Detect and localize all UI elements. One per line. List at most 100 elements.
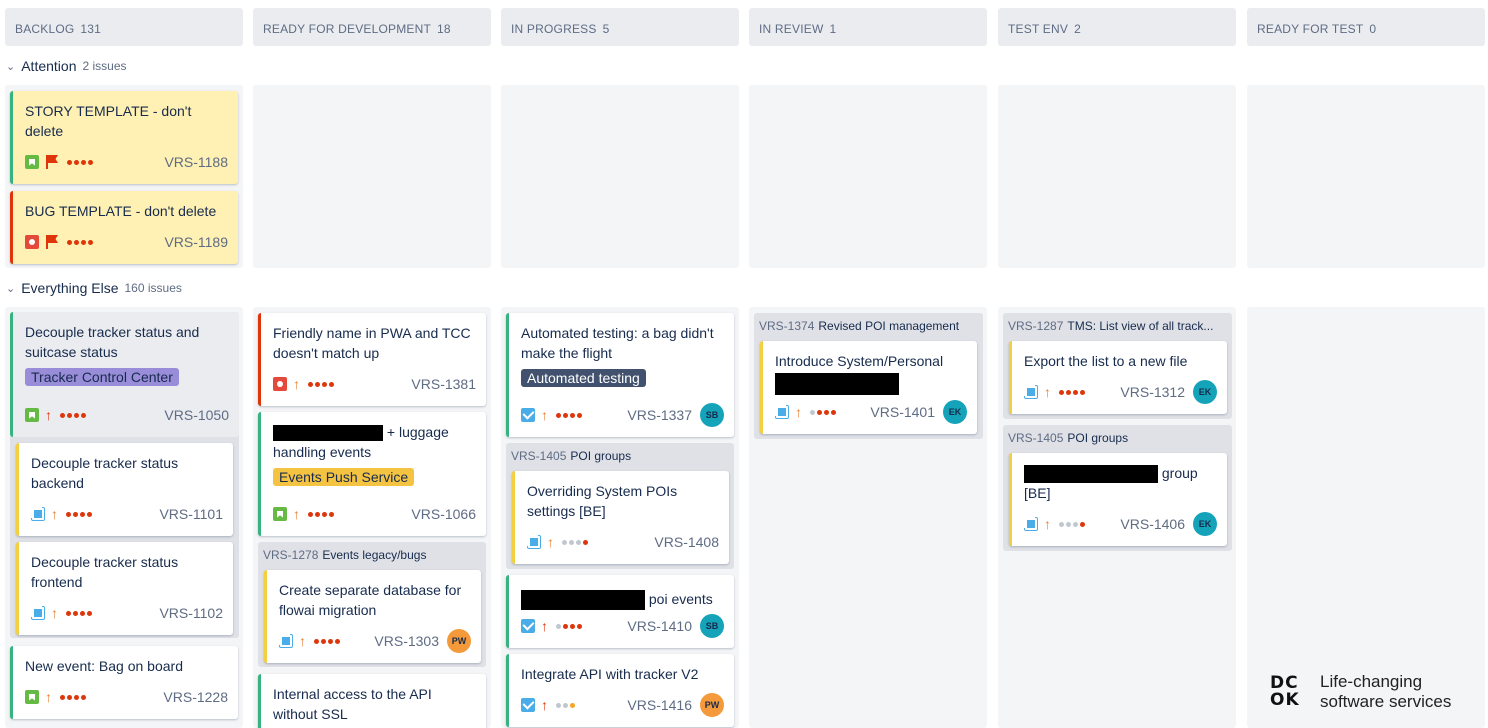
task-type-icon bbox=[521, 408, 535, 422]
redacted-text bbox=[775, 373, 899, 395]
epic-label[interactable]: Automated testing bbox=[521, 369, 646, 387]
parent-key[interactable]: VRS-1278 bbox=[263, 548, 318, 562]
issue-card[interactable]: BUG TEMPLATE - don't delete VRS-1189 bbox=[10, 191, 238, 264]
story-type-icon bbox=[25, 155, 39, 169]
column-header-in-progress[interactable]: IN PROGRESS 5 bbox=[501, 8, 739, 46]
parent-header[interactable]: VRS-1405 POI groups bbox=[1008, 431, 1226, 445]
estimate-dots-icon bbox=[1059, 521, 1085, 527]
avatar[interactable]: EK bbox=[1193, 380, 1217, 404]
issue-summary: Internal access to the API without SSL bbox=[273, 686, 432, 722]
estimate-dots-icon bbox=[60, 412, 86, 418]
issue-key[interactable]: VRS-1408 bbox=[654, 534, 719, 550]
parent-name: POI groups bbox=[1067, 431, 1129, 445]
parent-header[interactable]: VRS-1287 TMS: List view of all track... bbox=[1008, 319, 1226, 333]
issue-card[interactable]: Integrate API with tracker V2 ↑ VRS-1416… bbox=[506, 654, 734, 727]
issue-key[interactable]: VRS-1102 bbox=[159, 605, 223, 621]
issue-card[interactable]: Decouple tracker status backend ↑ VRS-11… bbox=[16, 443, 233, 536]
issue-card[interactable]: + luggage handling events Events Push Se… bbox=[258, 412, 486, 536]
chevron-down-icon[interactable]: ⌄ bbox=[6, 60, 15, 73]
task-type-icon bbox=[521, 698, 535, 712]
parent-key[interactable]: VRS-1287 bbox=[1008, 319, 1063, 333]
issue-summary: Decouple tracker status frontend bbox=[31, 554, 179, 590]
column-header-ready-for-test[interactable]: READY FOR TEST 0 bbox=[1247, 8, 1485, 46]
brand-tagline-line-2: software services bbox=[1320, 692, 1452, 711]
issue-summary: Introduce System/Personal bbox=[775, 353, 944, 369]
issue-key[interactable]: VRS-1050 bbox=[164, 407, 229, 423]
issue-key[interactable]: VRS-1303 bbox=[374, 633, 439, 649]
column-name: READY FOR TEST bbox=[1257, 22, 1364, 36]
chevron-down-icon[interactable]: ⌄ bbox=[6, 282, 15, 295]
avatar[interactable]: PW bbox=[700, 693, 724, 717]
column-header-in-review[interactable]: IN REVIEW 1 bbox=[749, 8, 987, 46]
redacted-text bbox=[1024, 465, 1158, 484]
issue-card[interactable]: Automated testing: a bag didn't make the… bbox=[506, 313, 734, 437]
issue-card[interactable]: Decouple tracker status frontend ↑ VRS-1… bbox=[16, 542, 233, 635]
issue-card[interactable]: Friendly name in PWA and TCC doesn't mat… bbox=[258, 313, 486, 406]
avatar[interactable]: SB bbox=[700, 403, 724, 427]
issue-card[interactable]: STORY TEMPLATE - don't delete VRS-1188 bbox=[10, 91, 238, 184]
subtask-type-icon bbox=[1024, 385, 1038, 399]
swimlane-header-attention[interactable]: ⌄ Attention 2 issues bbox=[6, 58, 127, 74]
issue-key[interactable]: VRS-1312 bbox=[1120, 384, 1185, 400]
avatar[interactable]: EK bbox=[1193, 512, 1217, 536]
issue-card[interactable]: poi events ↑ VRS-1410 SB bbox=[506, 575, 734, 648]
parent-header[interactable]: VRS-1278 Events legacy/bugs bbox=[263, 548, 481, 562]
swimlane-header-everything-else[interactable]: ⌄ Everything Else 160 issues bbox=[6, 280, 182, 296]
parent-key[interactable]: VRS-1405 bbox=[511, 449, 566, 463]
issue-key[interactable]: VRS-1416 bbox=[627, 697, 692, 713]
issue-card[interactable]: group [BE] ↑ VRS-1406 EK bbox=[1009, 453, 1227, 546]
issue-summary: Friendly name in PWA and TCC doesn't mat… bbox=[273, 325, 471, 361]
issue-summary: Export the list to a new file bbox=[1024, 353, 1188, 369]
parent-header[interactable]: VRS-1405 POI groups bbox=[511, 449, 729, 463]
issue-summary: poi events bbox=[521, 589, 722, 611]
issue-key[interactable]: VRS-1410 bbox=[627, 618, 692, 634]
issue-card[interactable]: Decouple tracker status and suitcase sta… bbox=[10, 312, 239, 437]
avatar[interactable]: EK bbox=[943, 400, 967, 424]
issue-key[interactable]: VRS-1337 bbox=[627, 407, 692, 423]
issue-summary: Automated testing: a bag didn't make the… bbox=[521, 325, 714, 361]
issue-key[interactable]: VRS-1381 bbox=[411, 376, 476, 392]
avatar[interactable]: PW bbox=[447, 629, 471, 653]
issue-key[interactable]: VRS-1401 bbox=[870, 404, 935, 420]
priority-high-icon: ↑ bbox=[1044, 384, 1051, 400]
issue-summary: group bbox=[1024, 463, 1215, 484]
issue-card[interactable]: Overriding System POIs settings [BE] ↑ V… bbox=[512, 471, 729, 564]
column-header-ready-for-development[interactable]: READY FOR DEVELOPMENT 18 bbox=[253, 8, 491, 46]
column-count: 1 bbox=[829, 22, 837, 36]
priority-high-icon: ↑ bbox=[1044, 516, 1051, 532]
epic-label[interactable]: Events Push Service bbox=[273, 468, 415, 486]
redacted-text bbox=[521, 590, 645, 611]
epic-label[interactable]: Tracker Control Center bbox=[25, 368, 179, 386]
issue-summary-text: group bbox=[1161, 465, 1198, 481]
avatar[interactable]: SB bbox=[700, 614, 724, 638]
issue-key[interactable]: VRS-1228 bbox=[163, 689, 228, 705]
issue-summary: Integrate API with tracker V2 bbox=[521, 666, 699, 682]
parent-key[interactable]: VRS-1374 bbox=[759, 319, 814, 333]
parent-name: TMS: List view of all track... bbox=[1067, 319, 1214, 333]
estimate-dots-icon bbox=[314, 638, 340, 644]
column-name: BACKLOG bbox=[15, 22, 75, 36]
parent-key[interactable]: VRS-1405 bbox=[1008, 431, 1063, 445]
estimate-dots-icon bbox=[67, 159, 93, 165]
issue-key[interactable]: VRS-1188 bbox=[164, 154, 228, 170]
issue-card[interactable]: Introduce System/Personal ↑ VRS-1401 EK bbox=[760, 341, 977, 434]
redacted-text bbox=[273, 425, 383, 442]
column-header-backlog[interactable]: BACKLOG 131 bbox=[5, 8, 243, 46]
issue-key[interactable]: VRS-1066 bbox=[411, 506, 476, 522]
swimlane-issue-count: 160 issues bbox=[124, 281, 182, 295]
column-count: 131 bbox=[80, 22, 102, 36]
issue-card[interactable]: Export the list to a new file ↑ VRS-1312… bbox=[1009, 341, 1227, 414]
issue-card[interactable]: Internal access to the API without SSL bbox=[258, 674, 486, 728]
subtask-type-icon bbox=[527, 535, 541, 549]
issue-key[interactable]: VRS-1189 bbox=[164, 234, 228, 250]
column-header-test-env[interactable]: TEST ENV 2 bbox=[998, 8, 1236, 46]
issue-key[interactable]: VRS-1101 bbox=[159, 506, 223, 522]
priority-high-icon: ↑ bbox=[547, 534, 554, 550]
issue-key[interactable]: VRS-1406 bbox=[1120, 516, 1185, 532]
story-type-icon bbox=[25, 408, 39, 422]
estimate-dots-icon bbox=[67, 239, 93, 245]
issue-card[interactable]: New event: Bag on board ↑ VRS-1228 bbox=[10, 646, 238, 719]
issue-card[interactable]: Create separate database for flowai migr… bbox=[264, 570, 481, 663]
parent-header[interactable]: VRS-1374 Revised POI management bbox=[759, 319, 979, 333]
column-count: 2 bbox=[1074, 22, 1081, 36]
